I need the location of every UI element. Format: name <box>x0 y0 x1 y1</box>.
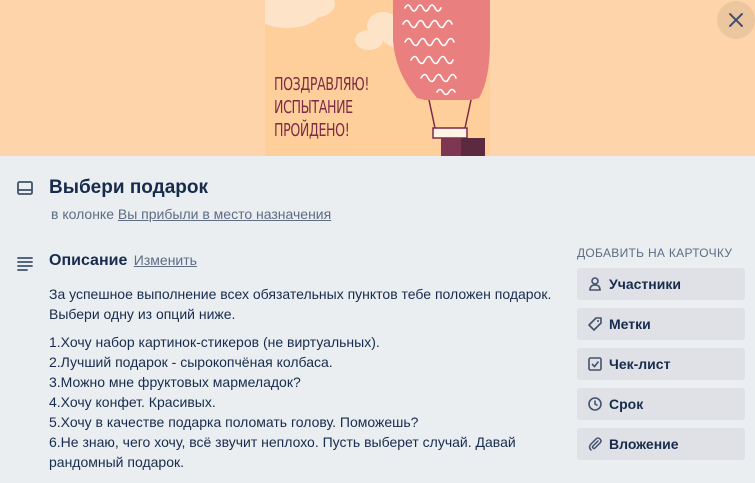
list-name-link[interactable]: Вы прибыли в место назначения <box>118 206 331 222</box>
checklist-icon <box>588 357 602 371</box>
add-to-card-heading: ДОБАВИТЬ НА КАРТОЧКУ <box>577 246 733 260</box>
cover-caption: Поздравляю! испытание пройдено! <box>274 74 370 143</box>
description-intro: За успешное выполнение всех обязательных… <box>49 286 552 322</box>
description-item: 1.Хочу набор картинок-стикеров (не вирту… <box>49 334 380 350</box>
in-list-prefix: в колонке <box>51 206 114 222</box>
description-item: 5.Хочу в качестве подарка поломать голов… <box>49 414 419 430</box>
members-button[interactable]: Участники <box>577 268 745 300</box>
close-button[interactable] <box>717 1 755 39</box>
card-detail-window: Поздравляю! испытание пройдено! Выбери п… <box>0 0 755 483</box>
close-icon <box>729 13 743 27</box>
attachment-label: Вложение <box>609 436 679 452</box>
card-list-info: в колонке Вы прибыли в место назначения <box>51 206 331 222</box>
card-icon <box>17 181 33 195</box>
description-text[interactable]: За успешное выполнение всех обязательных… <box>49 284 559 472</box>
due-date-label: Срок <box>609 396 644 412</box>
description-item: 6.Не знаю, чего хочу, всё звучит неплохо… <box>49 434 516 470</box>
members-label: Участники <box>609 276 681 292</box>
description-item: 2.Лучший подарок - сырокопчёная колбаса. <box>49 354 333 370</box>
card-cover: Поздравляю! испытание пройдено! <box>0 0 755 156</box>
description-icon <box>17 257 33 271</box>
edit-description-link[interactable]: Изменить <box>134 252 197 268</box>
label-icon <box>588 317 602 331</box>
description-item: 3.Можно мне фруктовых мармеладок? <box>49 374 301 390</box>
checklist-label: Чек-лист <box>609 356 671 372</box>
labels-button[interactable]: Метки <box>577 308 745 340</box>
paperclip-icon <box>588 437 602 451</box>
checklist-button[interactable]: Чек-лист <box>577 348 745 380</box>
description-item: 4.Хочу конфет. Красивых. <box>49 394 216 410</box>
cover-caption-line: Поздравляю! <box>274 75 370 95</box>
due-date-button[interactable]: Срок <box>577 388 745 420</box>
attachment-button[interactable]: Вложение <box>577 428 745 460</box>
card-title[interactable]: Выбери подарок <box>49 177 208 199</box>
cover-image: Поздравляю! испытание пройдено! <box>265 0 490 156</box>
labels-label: Метки <box>609 316 651 332</box>
cover-caption-line: пройдено! <box>274 121 350 141</box>
person-icon <box>589 277 601 291</box>
clock-icon <box>588 397 602 411</box>
cover-caption-line: испытание <box>274 98 353 118</box>
description-heading: Описание <box>49 252 128 269</box>
description-header: Описание Изменить <box>49 252 197 270</box>
